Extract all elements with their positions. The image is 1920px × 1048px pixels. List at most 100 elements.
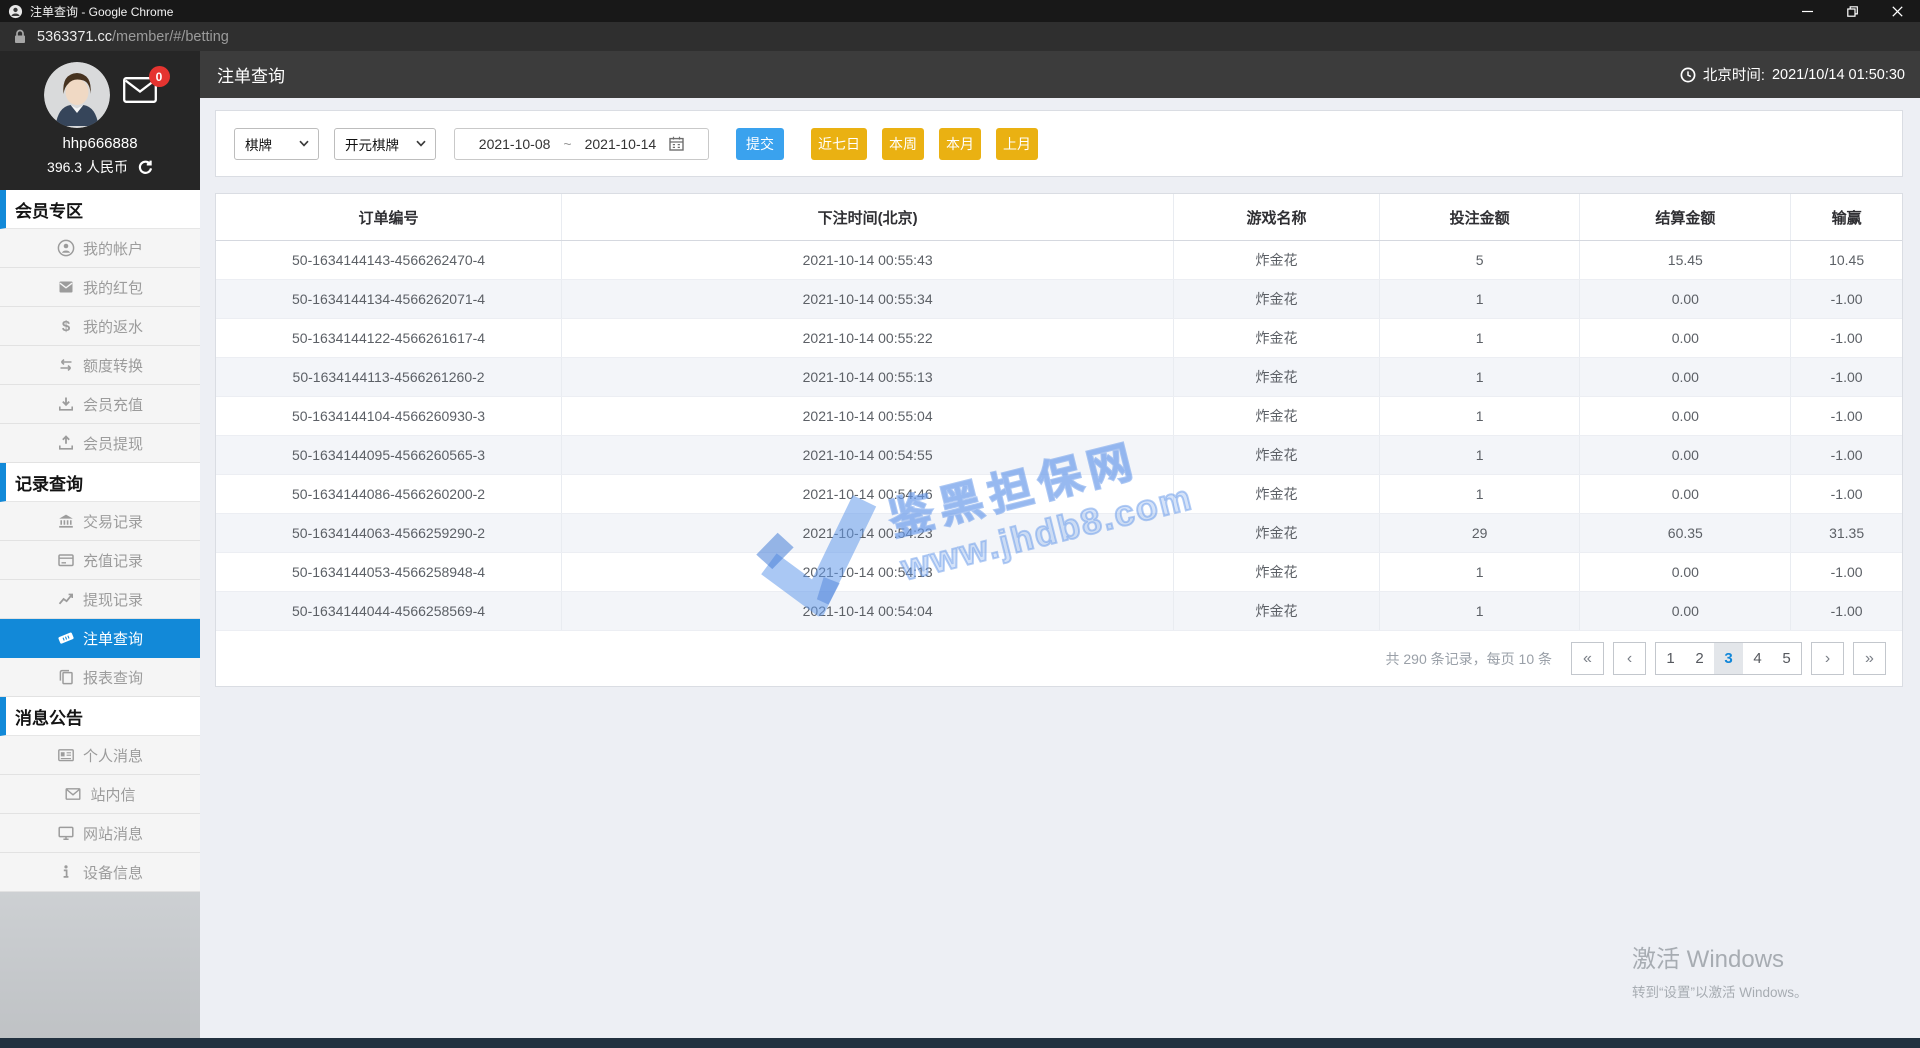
sidebar-item-my-rebate[interactable]: $ 我的返水: [0, 307, 200, 346]
address-bar[interactable]: 5363371.cc/member/#/betting: [0, 22, 1920, 51]
sidebar-item-label: 充值记录: [82, 552, 143, 570]
unread-badge: 0: [148, 66, 170, 87]
window-title: 注单查询 - Google Chrome: [30, 4, 174, 19]
section-title: 记录查询: [15, 474, 83, 494]
provider-select-value: 开元棋牌: [345, 137, 399, 153]
page-button-1[interactable]: 1: [1656, 643, 1685, 674]
sidebar-item-device-info[interactable]: 设备信息: [0, 853, 200, 892]
cell-settle-amount: 0.00: [1579, 435, 1792, 475]
cell-game-name: 炸金花: [1173, 552, 1380, 592]
cell-bet-amount: 1: [1379, 396, 1581, 436]
column-header-bet-time: 下注时间(北京): [561, 194, 1175, 241]
avatar[interactable]: [43, 62, 110, 128]
quick-range-this-month-button[interactable]: 本月: [939, 127, 981, 160]
cell-order-id: 50-1634144053-4566258948-4: [216, 552, 563, 592]
quick-range-this-week-button[interactable]: 本周: [882, 127, 924, 160]
sidebar-item-report-query[interactable]: 报表查询: [0, 658, 200, 697]
refresh-balance-icon[interactable]: [137, 159, 153, 175]
cell-settle-amount: 0.00: [1579, 279, 1792, 319]
cell-game-name: 炸金花: [1173, 591, 1380, 631]
mail-icon: [64, 785, 82, 803]
first-page-button[interactable]: «: [1571, 642, 1604, 675]
sidebar-item-label: 网站消息: [82, 825, 143, 843]
cell-order-id: 50-1634144063-4566259290-2: [216, 513, 563, 553]
table-row: 50-1634144113-4566261260-2 2021-10-14 00:…: [216, 357, 1902, 397]
browser-window: 注单查询 - Google Chrome 5363371.cc/member/#…: [0, 0, 1920, 1048]
sidebar-item-personal-messages[interactable]: 个人消息: [0, 736, 200, 775]
sidebar-item-transaction-records[interactable]: 交易记录: [0, 502, 200, 541]
sidebar-item-member-withdraw[interactable]: 会员提现: [0, 424, 200, 463]
provider-select[interactable]: 开元棋牌: [334, 127, 436, 160]
sidebar-item-label: 我的返水: [82, 318, 143, 336]
cell-settle-amount: 60.35: [1579, 513, 1792, 553]
last-page-button[interactable]: »: [1853, 642, 1886, 675]
date-range-input[interactable]: 2021-10-08 ~ 2021-10-14: [454, 127, 709, 160]
sidebar-item-withdraw-records[interactable]: 提现记录: [0, 580, 200, 619]
cell-bet-amount: 1: [1379, 357, 1581, 397]
sidebar-item-quota-transfer[interactable]: 额度转换: [0, 346, 200, 385]
activate-line2: 转到“设置”以激活 Windows。: [1632, 985, 1808, 1000]
calendar-icon: [669, 136, 684, 151]
page-button-2[interactable]: 2: [1685, 643, 1714, 674]
cell-win-loss: -1.00: [1790, 591, 1902, 631]
cell-game-name: 炸金花: [1173, 357, 1380, 397]
close-button[interactable]: [1875, 0, 1920, 22]
minimize-button[interactable]: [1785, 0, 1830, 22]
sidebar-item-label: 会员充值: [82, 396, 143, 414]
sidebar-item-label: 注单查询: [82, 630, 143, 648]
next-page-button[interactable]: ›: [1811, 642, 1844, 675]
sidebar-item-site-messages[interactable]: 网站消息: [0, 814, 200, 853]
table-row: 50-1634144053-4566258948-4 2021-10-14 00:…: [216, 552, 1902, 592]
cell-bet-time: 2021-10-14 00:55:04: [561, 396, 1175, 436]
sidebar-item-site-mail[interactable]: 站内信: [0, 775, 200, 814]
quick-range-last-7-days-button[interactable]: 近七日: [811, 127, 867, 160]
ticket-icon: [57, 629, 75, 647]
sidebar-item-bet-query[interactable]: 注单查询: [0, 619, 200, 658]
cell-win-loss: 31.35: [1790, 513, 1902, 553]
sidebar-item-label: 设备信息: [82, 864, 143, 882]
date-to-value: 2021-10-14: [584, 135, 657, 152]
cell-bet-time: 2021-10-14 00:54:13: [561, 552, 1175, 592]
quick-range-last-month-button[interactable]: 上月: [996, 127, 1038, 160]
sidebar-item-deposit-records[interactable]: 充值记录: [0, 541, 200, 580]
sidebar: 0 hhp666888 396.3 人民币 会员专区 我的帐户 我的红包 $ 我的返水额…: [0, 51, 200, 1038]
bank-icon: [57, 512, 75, 530]
cell-bet-amount: 29: [1379, 513, 1581, 553]
sidebar-item-my-account[interactable]: 我的帐户: [0, 229, 200, 268]
column-header-game-name: 游戏名称: [1173, 194, 1380, 241]
cell-win-loss: -1.00: [1790, 435, 1902, 475]
table-row: 50-1634144095-4566260565-3 2021-10-14 00:…: [216, 435, 1902, 475]
restore-button[interactable]: [1830, 0, 1875, 22]
cell-settle-amount: 0.00: [1579, 552, 1792, 592]
url-text: 5363371.cc/member/#/betting: [37, 29, 229, 45]
sidebar-item-my-red-packet[interactable]: 我的红包: [0, 268, 200, 307]
submit-button[interactable]: 提交: [736, 127, 784, 160]
cell-bet-time: 2021-10-14 00:54:55: [561, 435, 1175, 475]
sidebar-section-announcements: 消息公告: [0, 697, 200, 736]
cell-settle-amount: 0.00: [1579, 474, 1792, 514]
sidebar-item-label: 提现记录: [82, 591, 143, 609]
bet-table: 订单编号 下注时间(北京) 游戏名称 投注金额 结算金额 输赢 50-1634144143…: [216, 194, 1902, 631]
cell-bet-amount: 1: [1379, 474, 1581, 514]
cell-win-loss: -1.00: [1790, 396, 1902, 436]
sidebar-item-member-deposit[interactable]: 会员充值: [0, 385, 200, 424]
page-button-4[interactable]: 4: [1743, 643, 1772, 674]
svg-text:$: $: [62, 318, 71, 335]
user-panel: 0 hhp666888 396.3 人民币: [0, 51, 200, 190]
page-button-3[interactable]: 3: [1714, 643, 1743, 674]
cell-order-id: 50-1634144086-4566260200-2: [216, 474, 563, 514]
cell-order-id: 50-1634144134-4566262071-4: [216, 279, 563, 319]
table-row: 50-1634144143-4566262470-4 2021-10-14 00:…: [216, 240, 1902, 280]
cell-bet-time: 2021-10-14 00:54:46: [561, 474, 1175, 514]
cell-game-name: 炸金花: [1173, 435, 1380, 475]
prev-page-button[interactable]: ‹: [1613, 642, 1646, 675]
cell-game-name: 炸金花: [1173, 396, 1380, 436]
sidebar-item-label: 报表查询: [82, 669, 143, 687]
table-row: 50-1634144134-4566262071-4 2021-10-14 00:…: [216, 279, 1902, 319]
category-select[interactable]: 棋牌: [234, 127, 319, 160]
cell-bet-amount: 1: [1379, 318, 1581, 358]
red-packet-icon: [57, 278, 75, 296]
deposit-icon: [57, 395, 75, 413]
messages-button[interactable]: 0: [122, 66, 170, 108]
page-button-5[interactable]: 5: [1772, 643, 1801, 674]
